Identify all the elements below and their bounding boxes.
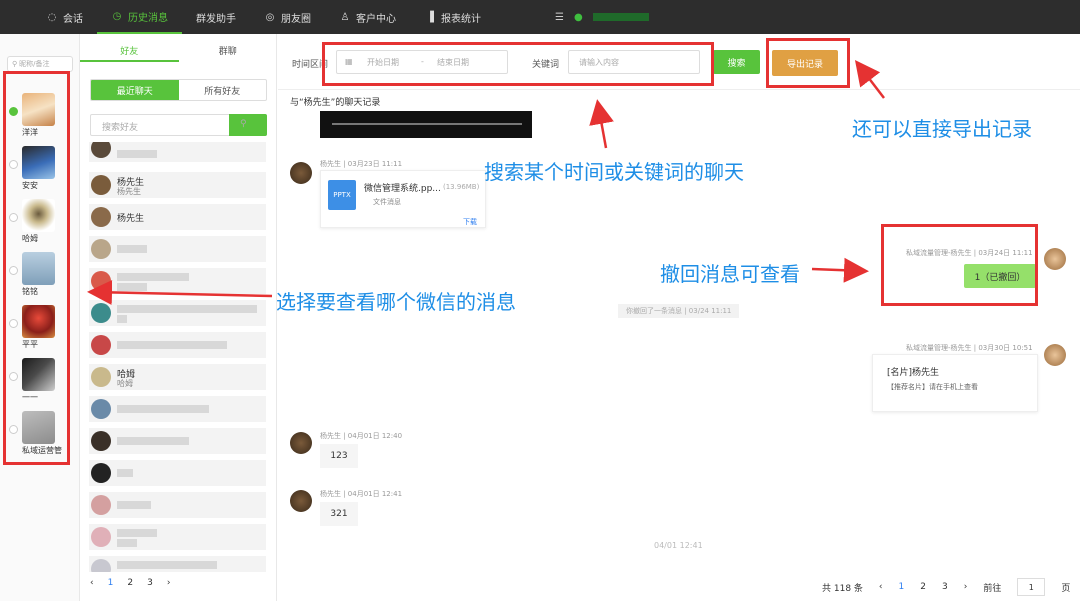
arrow-search [589, 99, 614, 149]
annotation-arrows [87, 60, 885, 305]
arrow-select [87, 279, 273, 305]
arrow-export [854, 60, 885, 99]
arrow-recall [811, 257, 869, 283]
